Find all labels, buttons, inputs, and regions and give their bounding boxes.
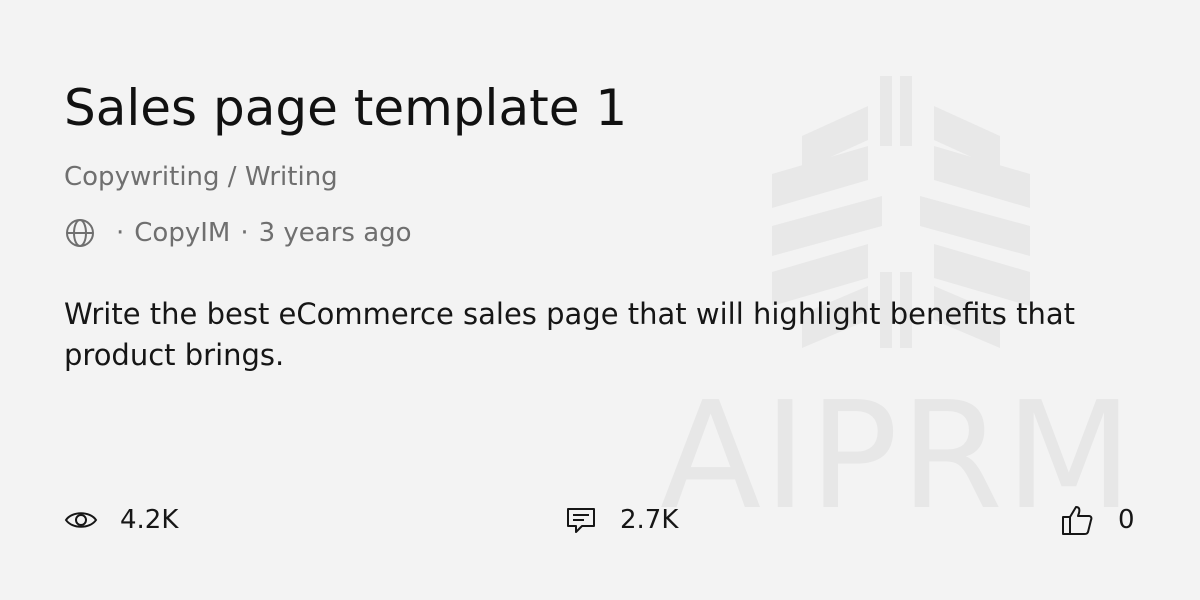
eye-icon	[64, 512, 98, 528]
prompt-category[interactable]: Copywriting / Writing	[64, 160, 338, 194]
meta-separator: ·	[116, 218, 125, 248]
prompt-meta: · CopyIM · 3 years ago	[64, 216, 412, 250]
comments-count: 2.7K	[620, 505, 679, 535]
globe-icon	[66, 219, 94, 247]
card-content: Sales page template 1 Copywriting / Writ…	[64, 0, 1144, 600]
like-button[interactable]: 0	[1060, 500, 1135, 540]
thumbs-up-icon	[1062, 506, 1093, 535]
time-ago: 3 years ago	[258, 218, 412, 248]
prompt-stats: 4.2K 2.7K 0	[64, 500, 1144, 540]
comment-icon	[567, 508, 595, 533]
prompt-card: AIPRM Sales page template 1 Copywriting …	[0, 0, 1200, 600]
likes-count: 0	[1118, 505, 1135, 535]
author-link[interactable]: CopyIM	[134, 216, 230, 250]
meta-separator: ·	[240, 218, 249, 248]
prompt-description: Write the best eCommerce sales page that…	[64, 297, 1076, 372]
views-stat: 4.2K	[64, 500, 178, 540]
comments-stat[interactable]: 2.7K	[564, 500, 678, 540]
prompt-title[interactable]: Sales page template 1	[64, 78, 627, 138]
views-count: 4.2K	[120, 505, 179, 535]
